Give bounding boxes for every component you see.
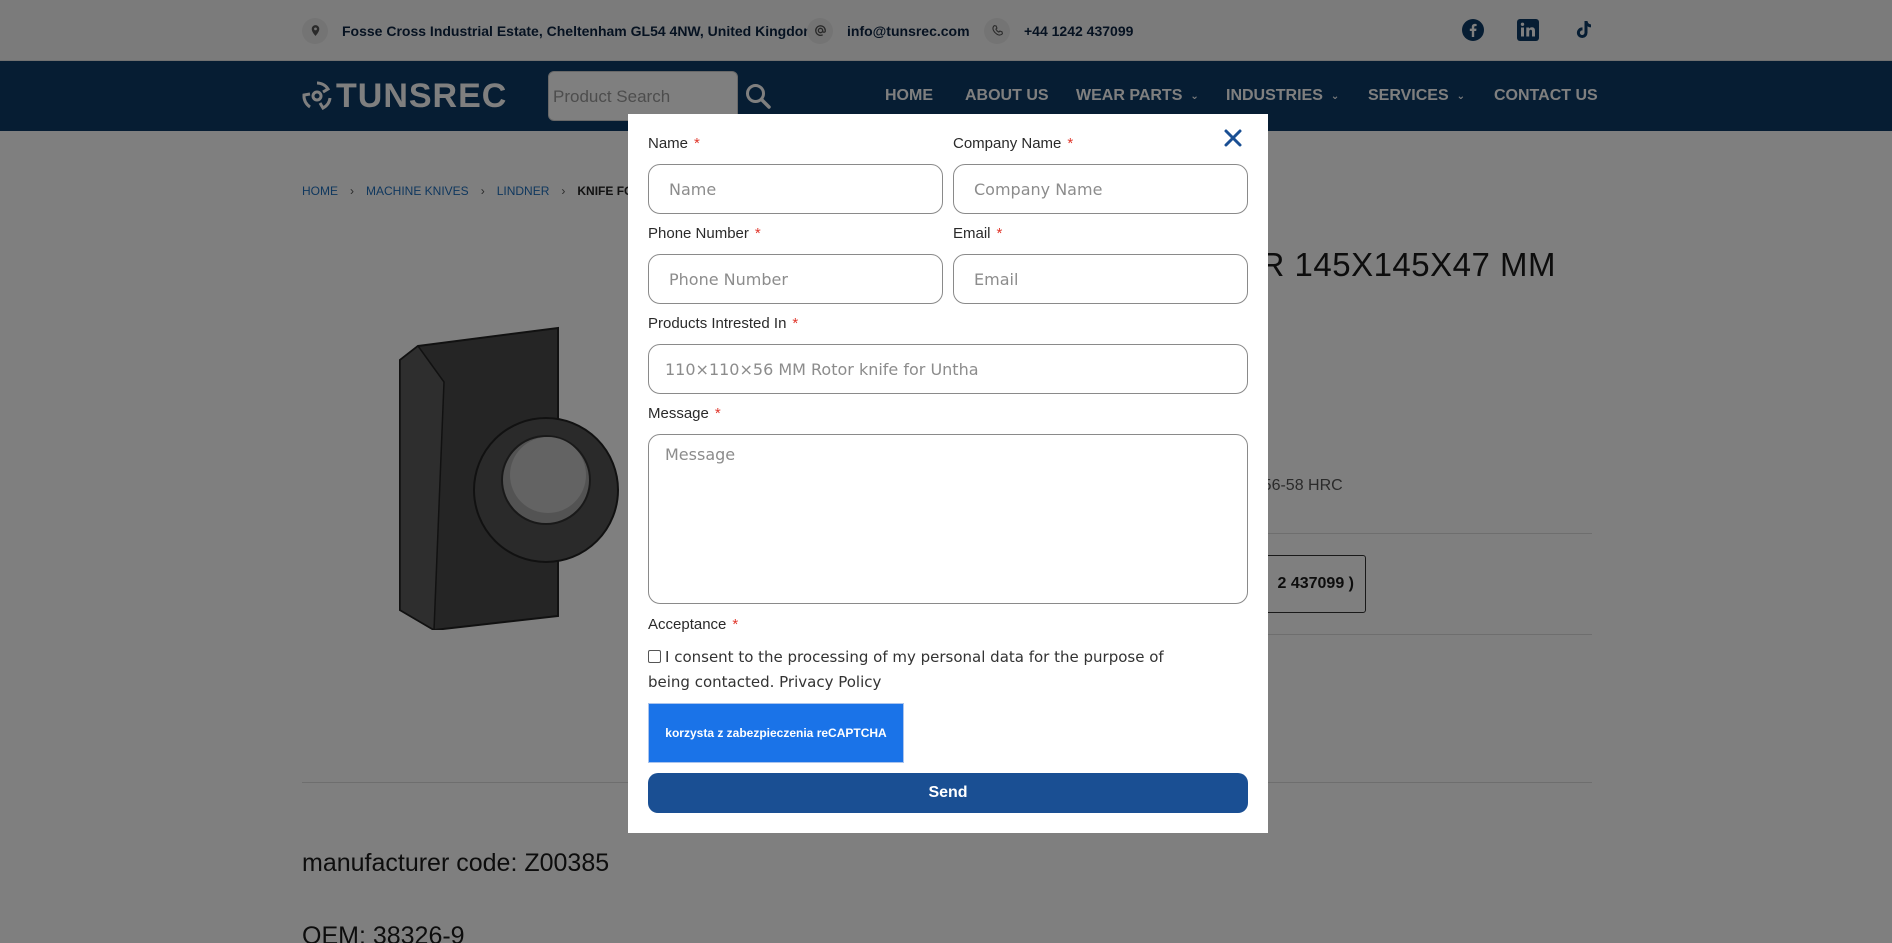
close-icon[interactable] [1221, 126, 1245, 150]
enquiry-modal: Name * Name Company Name * Company Name Ph… [628, 114, 1268, 833]
message-textarea[interactable]: Message [648, 434, 1248, 604]
products-field[interactable]: 110×110×56 MM Rotor knife for Untha [648, 344, 1248, 394]
company-placeholder: Company Name [974, 179, 1103, 199]
company-label: Company Name * [953, 135, 1073, 152]
consent-text: I consent to the processing of my person… [648, 648, 1164, 691]
name-label-text: Name [648, 135, 689, 152]
email-field[interactable]: Email [953, 254, 1248, 304]
company-label-text: Company Name [953, 135, 1062, 152]
email-label-text: Email [953, 225, 991, 242]
email-placeholder: Email [974, 269, 1019, 289]
products-label: Products Intrested In * [648, 315, 798, 332]
required-mark: * [732, 616, 739, 633]
phone-field[interactable]: Phone Number [648, 254, 943, 304]
phone-label: Phone Number * [648, 225, 761, 242]
name-field[interactable]: Name [648, 164, 943, 214]
recaptcha-text: korzysta z zabezpieczenia reCAPTCHA [665, 726, 887, 740]
send-button[interactable]: Send [648, 773, 1248, 813]
message-label: Message * [648, 405, 721, 422]
required-mark: * [694, 135, 700, 152]
acceptance-label: Acceptance * [648, 616, 738, 633]
required-mark: * [996, 225, 1003, 242]
consent-checkbox[interactable] [648, 650, 661, 663]
required-mark: * [792, 315, 799, 332]
required-mark: * [1067, 135, 1074, 152]
email-label: Email * [953, 225, 1002, 242]
products-value: 110×110×56 MM Rotor knife for Untha [665, 359, 979, 379]
recaptcha-badge[interactable]: korzysta z zabezpieczenia reCAPTCHA [648, 703, 904, 763]
message-placeholder: Message [665, 445, 736, 464]
send-label: Send [928, 784, 968, 801]
message-label-text: Message [648, 405, 709, 422]
name-label: Name * [648, 135, 700, 152]
products-label-text: Products Intrested In [648, 315, 787, 332]
phone-label-text: Phone Number [648, 225, 749, 242]
required-mark: * [754, 225, 761, 242]
name-placeholder: Name [669, 179, 717, 199]
acceptance-label-text: Acceptance [648, 616, 727, 633]
phone-placeholder: Phone Number [669, 269, 788, 289]
company-field[interactable]: Company Name [953, 164, 1248, 214]
required-mark: * [714, 405, 721, 422]
consent-row: I consent to the processing of my person… [648, 645, 1208, 695]
